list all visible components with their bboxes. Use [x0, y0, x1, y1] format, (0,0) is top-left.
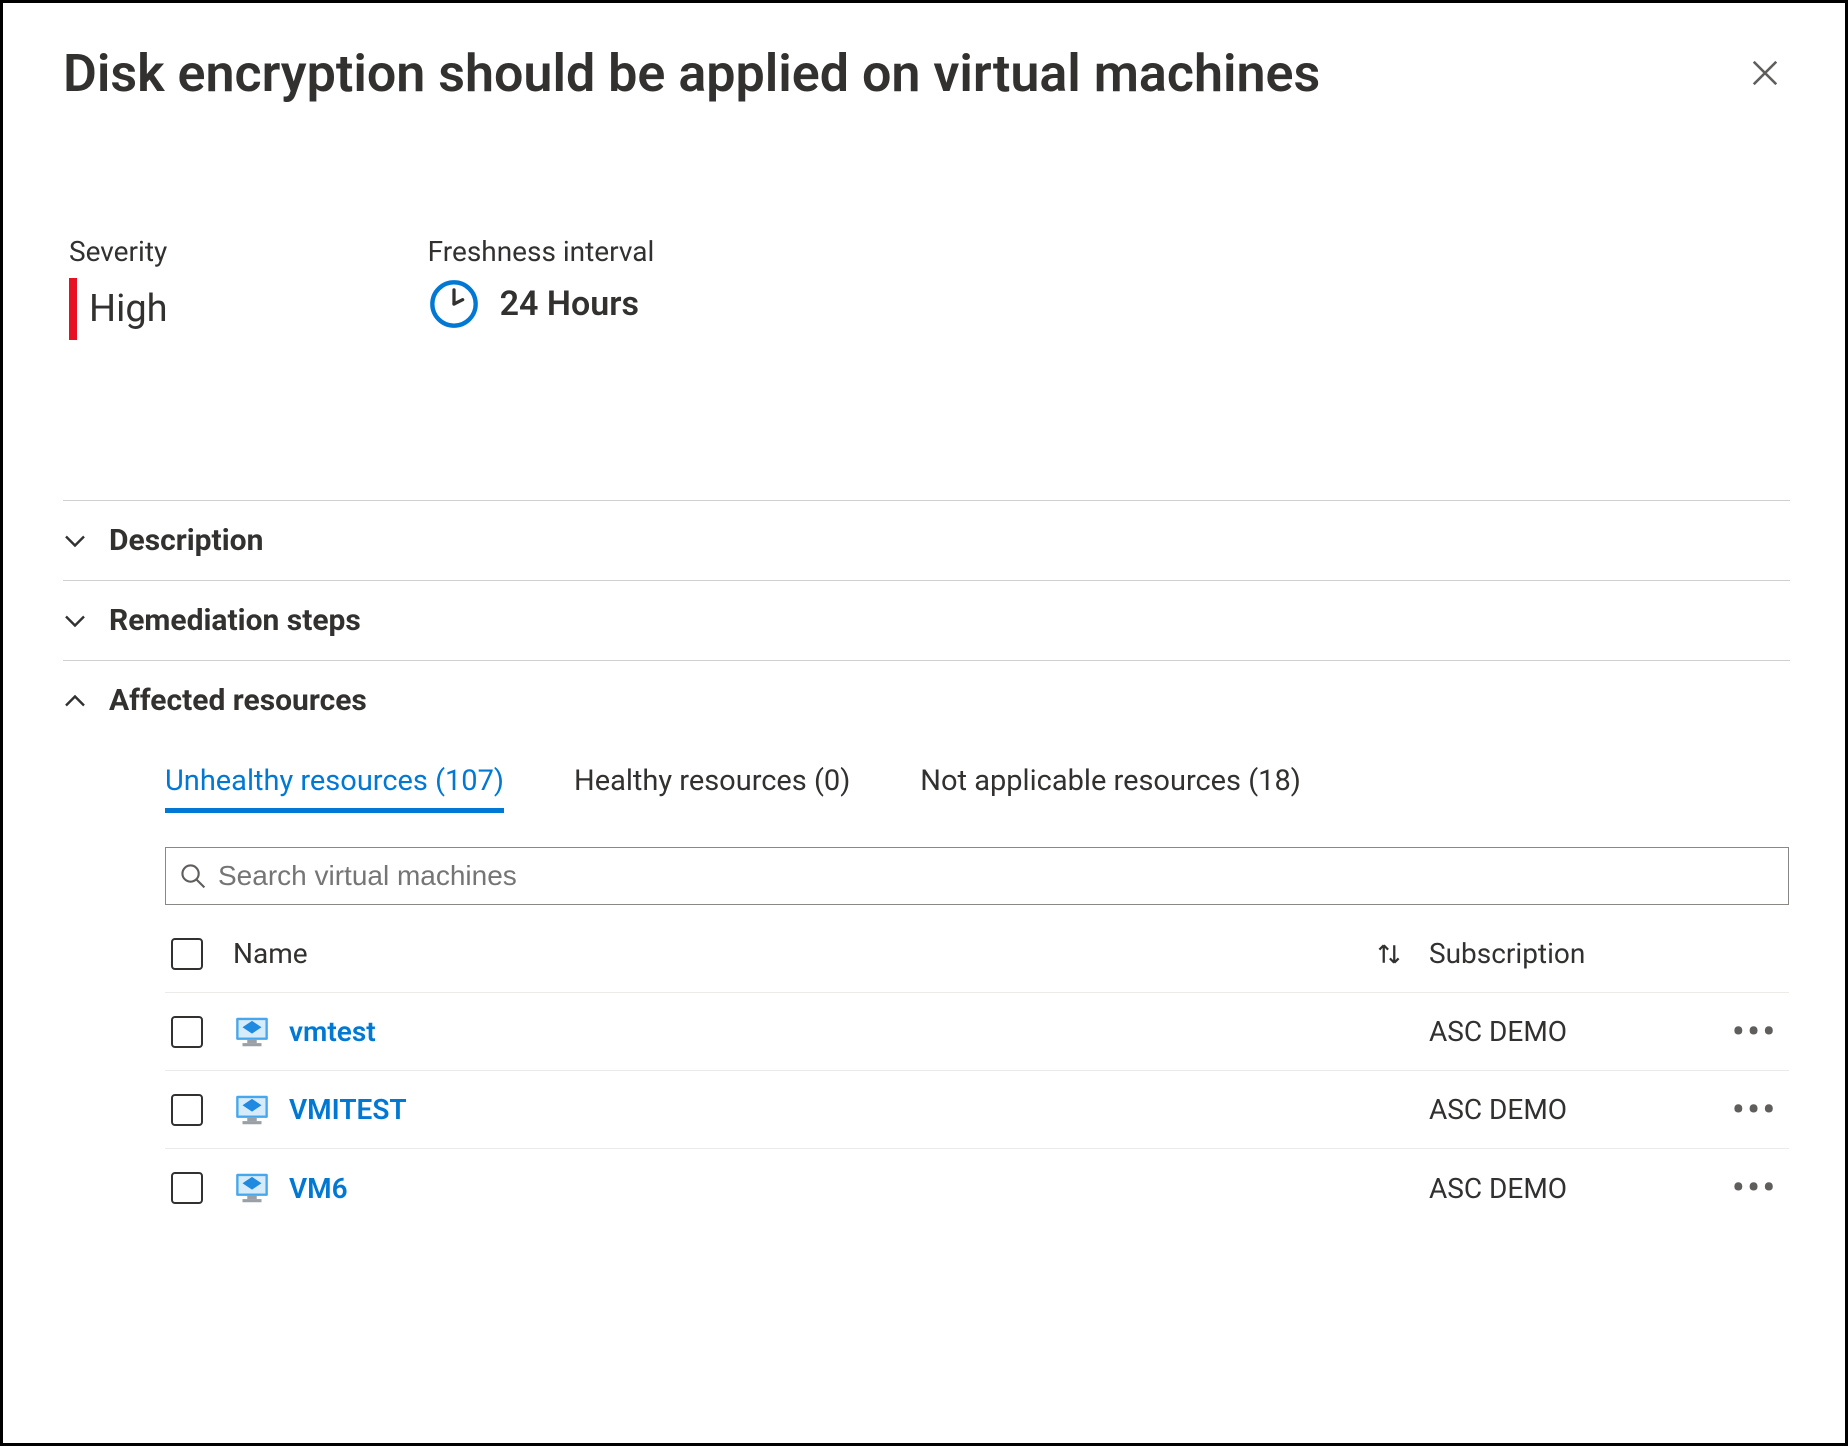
header: Disk encryption should be applied on vir… [63, 43, 1790, 105]
tab-not-applicable[interactable]: Not applicable resources (18) [920, 764, 1301, 813]
clock-icon [428, 278, 480, 330]
col-header-name[interactable]: Name [233, 937, 1349, 970]
severity-value-row: High [69, 278, 168, 340]
section-description-title: Description [109, 523, 263, 558]
vm-icon [233, 1091, 271, 1129]
chevron-up-icon [63, 689, 87, 713]
col-header-subscription[interactable]: Subscription [1429, 937, 1709, 970]
severity-label: Severity [69, 235, 168, 268]
tab-unhealthy[interactable]: Unhealthy resources (107) [165, 764, 504, 813]
select-all-checkbox[interactable] [171, 938, 203, 970]
resource-link[interactable]: VMITEST [289, 1093, 407, 1126]
severity-value: High [89, 287, 168, 331]
section-remediation[interactable]: Remediation steps [63, 580, 1790, 660]
resources-table: Name Subscription [165, 915, 1789, 1227]
more-actions-button[interactable]: ••• [1732, 1168, 1778, 1208]
resource-link[interactable]: VM6 [289, 1172, 348, 1205]
chevron-down-icon [63, 609, 87, 633]
section-affected-title: Affected resources [109, 683, 367, 718]
section-description[interactable]: Description [63, 500, 1790, 580]
sections: Description Remediation steps Affected r… [63, 500, 1790, 1227]
close-button[interactable] [1740, 49, 1790, 101]
freshness-block: Freshness interval 24 Hours [428, 235, 655, 340]
search-icon [180, 863, 206, 889]
subscription-cell: ASC DEMO [1429, 1172, 1709, 1205]
row-checkbox[interactable] [171, 1094, 203, 1126]
resource-link[interactable]: vmtest [289, 1015, 376, 1048]
table-row: VM6 ASC DEMO ••• [165, 1149, 1789, 1227]
row-checkbox[interactable] [171, 1016, 203, 1048]
severity-bar-icon [69, 278, 77, 340]
freshness-value-row: 24 Hours [428, 278, 655, 330]
table-header: Name Subscription [165, 915, 1789, 993]
affected-resources-body: Unhealthy resources (107) Healthy resour… [63, 740, 1790, 1227]
section-remediation-title: Remediation steps [109, 603, 361, 638]
tab-healthy[interactable]: Healthy resources (0) [574, 764, 850, 813]
more-actions-button[interactable]: ••• [1732, 1090, 1778, 1130]
recommendation-detail-panel: Disk encryption should be applied on vir… [0, 0, 1848, 1446]
close-icon [1750, 58, 1780, 88]
freshness-value: 24 Hours [500, 284, 639, 324]
freshness-label: Freshness interval [428, 235, 655, 268]
sort-icon[interactable] [1375, 940, 1403, 968]
vm-icon [233, 1013, 271, 1051]
subscription-cell: ASC DEMO [1429, 1093, 1709, 1126]
summary-row: Severity High Freshness interval 24 Hour… [63, 235, 1790, 340]
vm-icon [233, 1169, 271, 1207]
row-checkbox[interactable] [171, 1172, 203, 1204]
search-input[interactable] [216, 859, 1774, 893]
chevron-down-icon [63, 529, 87, 553]
severity-block: Severity High [69, 235, 168, 340]
subscription-cell: ASC DEMO [1429, 1015, 1709, 1048]
resource-tabs: Unhealthy resources (107) Healthy resour… [165, 764, 1790, 813]
more-actions-button[interactable]: ••• [1732, 1012, 1778, 1052]
search-box[interactable] [165, 847, 1789, 905]
table-row: vmtest ASC DEMO ••• [165, 993, 1789, 1071]
table-row: VMITEST ASC DEMO ••• [165, 1071, 1789, 1149]
section-affected[interactable]: Affected resources [63, 660, 1790, 740]
page-title: Disk encryption should be applied on vir… [63, 43, 1320, 105]
